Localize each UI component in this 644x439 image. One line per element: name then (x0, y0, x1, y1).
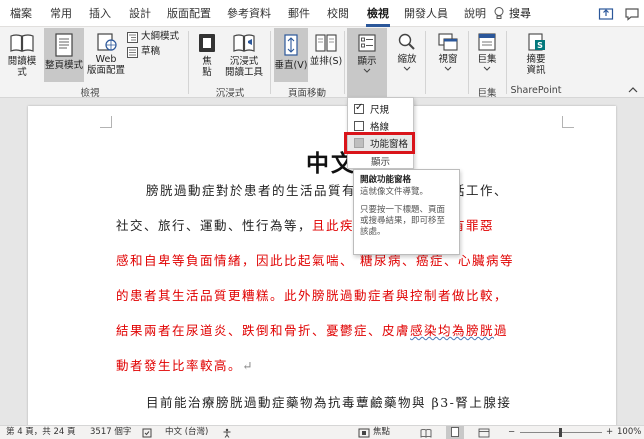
macros-icon (478, 33, 496, 51)
tab-review[interactable]: 校閱 (325, 5, 351, 23)
vertical-button[interactable]: 垂直(V) (274, 28, 308, 82)
tooltip-text: 這就像文件導覽。 (360, 187, 429, 197)
focus-button[interactable]: 焦 點 (193, 32, 221, 78)
zoom-level[interactable]: 100% (617, 426, 641, 439)
group-separator (270, 31, 271, 94)
immersive-reader-icon (233, 34, 255, 52)
sharepoint-icon: S (528, 33, 545, 51)
page-movement-group-label: 頁面移動 (287, 88, 326, 99)
ruler-checkbox[interactable]: 尺規 (348, 101, 413, 117)
chevron-down-icon (444, 66, 452, 71)
immersive-group-label: 沉浸式 (215, 88, 245, 99)
lightbulb-icon[interactable] (492, 6, 506, 20)
tooltip-text: 只要按一下標題、頁面或搜尋結果，即可移至該處。 (360, 205, 446, 237)
margin-corner-mark (562, 116, 574, 128)
chevron-down-icon (483, 66, 491, 71)
group-separator (425, 31, 426, 94)
navigation-pane-tooltip: 開啟功能窗格 這就像文件導覽。 只要按一下標題、頁面或搜尋結果，即可移至該處。 (353, 169, 460, 255)
views-group-label: 檢視 (80, 88, 100, 99)
print-layout-view-button[interactable] (446, 426, 464, 439)
collapse-ribbon-icon[interactable] (628, 86, 638, 94)
accessibility-icon[interactable] (222, 428, 232, 438)
read-mode-icon (10, 34, 34, 52)
group-separator (468, 31, 469, 94)
group-separator (344, 31, 345, 94)
sharepoint-group-label: SharePoint (510, 85, 562, 96)
zoom-out-button[interactable]: − (508, 426, 515, 439)
tab-file[interactable]: 檔案 (8, 5, 34, 23)
tab-layout[interactable]: 版面配置 (166, 5, 212, 23)
highlight-annotation-box (344, 132, 415, 154)
zoom-button[interactable]: 縮放 (393, 32, 421, 73)
dropdown-footer-label: 顯示 (370, 157, 390, 168)
window-button[interactable]: 視窗 (432, 32, 464, 73)
chevron-down-icon (403, 66, 411, 71)
checkbox-unchecked (354, 121, 364, 131)
status-bar: 第 4 頁，共 24 頁 3517 個字 中文 (台灣) 焦點 − + 100% (0, 425, 644, 439)
tab-help[interactable]: 說明 (462, 5, 488, 23)
comments-icon[interactable] (624, 6, 640, 21)
print-layout-view-icon (451, 427, 459, 437)
zoom-slider-thumb[interactable] (559, 428, 562, 437)
print-layout-button[interactable]: 整頁模式 (44, 28, 84, 82)
zoom-in-button[interactable]: + (606, 426, 613, 439)
group-separator (506, 31, 507, 94)
proofing-icon[interactable] (142, 428, 152, 438)
tab-insert[interactable]: 插入 (87, 5, 113, 23)
ribbon: 閱讀模式 整頁模式 Web 版面配置 大綱模式 草稿 檢視 焦 點 沉浸式 閱讀… (0, 27, 644, 99)
focus-icon (199, 34, 215, 52)
side-by-side-button[interactable]: 並排(S) (309, 32, 343, 67)
ribbon-tab-bar: 檔案 常用 插入 設計 版面配置 參考資料 郵件 校閱 檢視 開發人員 說明 搜… (0, 0, 644, 27)
text-line: 結果兩者在尿道炎、跌倒和骨折、憂鬱症、皮膚感染均為膀胱過 (116, 323, 509, 338)
tab-mailings[interactable]: 郵件 (286, 5, 312, 23)
web-layout-view-icon[interactable] (478, 428, 490, 438)
window-icon (438, 33, 458, 51)
read-mode-button[interactable]: 閱讀模式 (4, 32, 40, 78)
group-separator (188, 31, 189, 94)
print-layout-icon (55, 33, 73, 57)
macros-group-label: 巨集 (477, 88, 497, 99)
draft-icon (127, 46, 138, 58)
properties-button[interactable]: S 摘要 資訊 (518, 32, 554, 76)
outline-icon (127, 31, 138, 43)
document-page[interactable]: 中文摘 膀胱過動症對於患者的生活品質有 括工作、 社交、旅行、運動、性行為等，且此… (28, 106, 616, 425)
chevron-down-icon (363, 68, 371, 73)
tab-home[interactable]: 常用 (48, 5, 74, 23)
language[interactable]: 中文 (台灣) (165, 426, 208, 439)
document-area: 中文摘 膀胱過動症對於患者的生活品質有 括工作、 社交、旅行、運動、性行為等，且此… (0, 98, 644, 425)
tab-references[interactable]: 參考資料 (226, 5, 272, 23)
word-count[interactable]: 3517 個字 (90, 426, 131, 439)
tooltip-title: 開啟功能窗格 (360, 175, 412, 185)
macros-button[interactable]: 巨集 (472, 32, 502, 73)
focus-mode-label[interactable]: 焦點 (373, 426, 390, 439)
tab-design[interactable]: 設計 (127, 5, 153, 23)
svg-text:S: S (537, 41, 543, 50)
outline-button[interactable]: 大綱模式 (127, 31, 179, 43)
vertical-icon (284, 34, 298, 56)
web-layout-icon (97, 33, 117, 51)
margin-corner-mark (100, 116, 112, 128)
tab-view[interactable]: 檢視 (364, 5, 392, 27)
web-layout-button[interactable]: Web 版面配置 (86, 32, 126, 76)
tab-developer[interactable]: 開發人員 (403, 5, 449, 23)
draft-button[interactable]: 草稿 (127, 46, 160, 58)
text-line: 目前能治療膀胱過動症藥物為抗毒蕈鹼藥物與 β3-腎上腺接 (146, 395, 512, 410)
share-icon[interactable] (598, 6, 614, 21)
read-mode-view-icon[interactable] (420, 428, 432, 438)
magnifier-icon (398, 33, 415, 50)
text-line: 動者發生比率較高。↵ (116, 358, 254, 373)
show-button[interactable]: 顯示 (347, 28, 387, 97)
show-icon (358, 34, 376, 52)
immersive-reader-button[interactable]: 沉浸式 閱讀工具 (222, 32, 266, 78)
text-line: 的患者其生活品質更糟糕。此外膀胱過動症者與控制者做比較， (116, 288, 509, 303)
checkbox-checked (354, 102, 364, 114)
page-count[interactable]: 第 4 頁，共 24 頁 (6, 426, 76, 439)
tell-me-search[interactable]: 搜尋 (509, 5, 531, 23)
side-by-side-icon (315, 34, 337, 52)
focus-mode-icon[interactable] (358, 428, 370, 438)
